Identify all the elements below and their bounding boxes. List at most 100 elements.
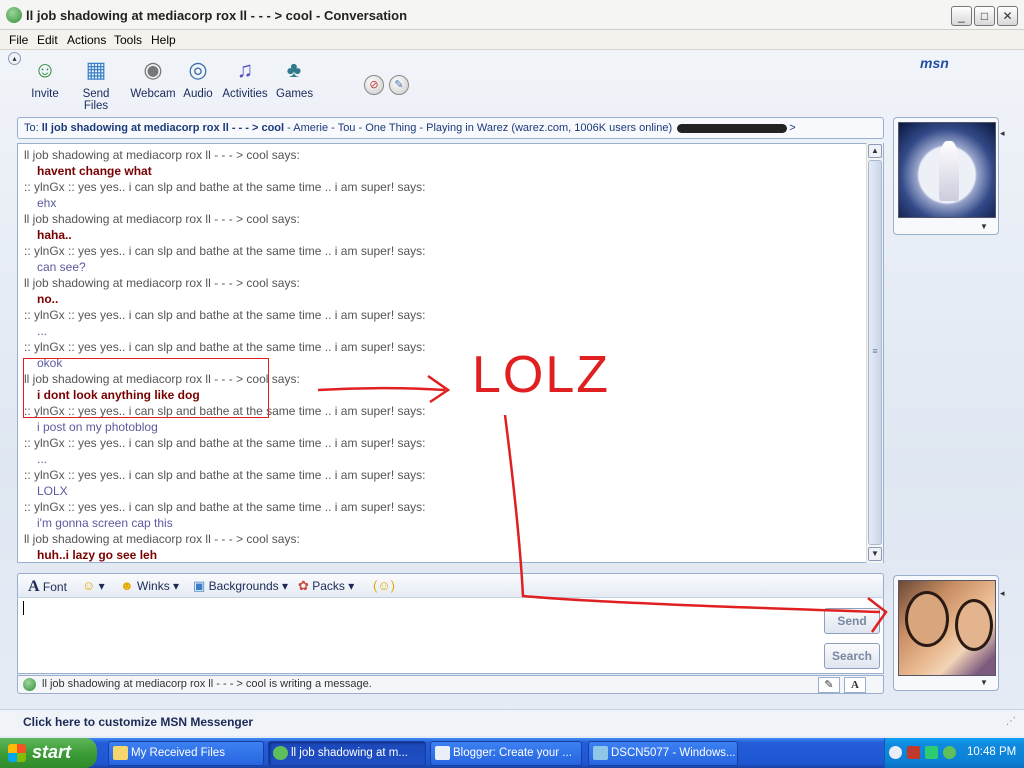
menu-edit[interactable]: Edit	[37, 33, 58, 47]
background-sharing-icon[interactable]: ✎	[389, 75, 409, 95]
system-tray: 10:48 PM	[884, 738, 1024, 768]
text-mode-icon[interactable]: A	[844, 677, 866, 693]
games-button[interactable]: ♣ Games	[276, 56, 313, 100]
message-list: ll job shadowing at mediacorp rox ll - -…	[24, 147, 864, 562]
network-icon[interactable]	[907, 746, 920, 759]
message-text: ...	[37, 452, 48, 466]
task-conversation[interactable]: ll job shadowing at m...	[268, 741, 426, 766]
send-files-icon: ▦	[85, 57, 107, 82]
message-sender: :: ylnGx :: yes yes.. i can slp and bath…	[24, 436, 426, 450]
webcam-button[interactable]: ◉ Webcam	[130, 56, 176, 100]
my-display-picture[interactable]: ▼	[893, 575, 999, 691]
chevron-down-icon[interactable]: ▼	[980, 222, 988, 231]
message-input[interactable]	[17, 597, 884, 674]
message-text: i post on my photoblog	[37, 420, 158, 434]
chevron-down-icon[interactable]: ▼	[980, 678, 988, 687]
backgrounds-button[interactable]: ▣ Backgrounds ▾	[193, 578, 288, 594]
message-text: ehx	[37, 196, 57, 210]
message-sender: ll job shadowing at mediacorp rox ll - -…	[24, 532, 300, 546]
start-button[interactable]: start	[0, 738, 97, 768]
scroll-down-icon[interactable]: ▼	[868, 547, 882, 561]
collapse-pictures-icon[interactable]: ◂	[1000, 588, 1008, 599]
contact-display-picture[interactable]: ▼	[893, 117, 999, 235]
menu-tools[interactable]: Tools	[114, 33, 142, 47]
font-icon: A	[28, 578, 40, 595]
winks-button[interactable]: ☻ Winks ▾	[120, 578, 179, 593]
activities-icon: ♫	[236, 57, 254, 82]
message-text: can see?	[37, 260, 86, 274]
webcam-icon: ◉	[143, 57, 163, 82]
nudge-icon: (☺)	[373, 578, 395, 593]
invite-button[interactable]: ☺ Invite	[28, 56, 62, 100]
message-sender: :: ylnGx :: yes yes.. i can slp and bath…	[24, 180, 426, 194]
menu-actions[interactable]: Actions	[67, 33, 106, 47]
backgrounds-icon: ▣	[193, 578, 206, 593]
customize-link[interactable]: Click here to customize MSN Messenger	[0, 709, 1024, 736]
message-text: i'm gonna screen cap this	[37, 516, 173, 530]
message-text: havent change what	[37, 164, 152, 178]
message-sender: :: ylnGx :: yes yes.. i can slp and bath…	[24, 244, 426, 258]
message-sender: ll job shadowing at mediacorp rox ll - -…	[24, 276, 300, 290]
message-sender: :: ylnGx :: yes yes.. i can slp and bath…	[24, 340, 426, 354]
emoticon-button[interactable]: ☺ ▾	[82, 578, 105, 593]
windows-logo-icon	[8, 744, 26, 762]
redacted-email	[677, 123, 788, 133]
activities-button[interactable]: ♫ Activities	[222, 56, 268, 100]
packs-button[interactable]: ✿ Packs ▾	[298, 578, 354, 594]
minimize-button[interactable]: _	[951, 6, 972, 26]
message-sender: :: ylnGx :: yes yes.. i can slp and bath…	[24, 308, 426, 322]
to-bar: To: ll job shadowing at mediacorp rox ll…	[17, 117, 884, 139]
tray-expand-icon[interactable]	[889, 746, 902, 759]
message-text: LOLX	[37, 484, 68, 498]
resize-grip-icon[interactable]: ⋰	[1006, 716, 1016, 727]
font-button[interactable]: A Font	[28, 578, 67, 596]
close-button[interactable]: ✕	[997, 6, 1018, 26]
audio-button[interactable]: ◎ Audio	[182, 56, 214, 100]
scroll-thumb[interactable]: ≡	[868, 160, 882, 545]
message-text: huh..i lazy go see leh	[37, 548, 158, 562]
conversation-history[interactable]: ll job shadowing at mediacorp rox ll - -…	[17, 143, 884, 563]
send-files-button[interactable]: ▦ Send Files	[70, 56, 122, 112]
scroll-up-icon[interactable]: ▲	[868, 144, 882, 158]
menu-bar: File Edit Actions Tools Help	[0, 30, 1024, 50]
msn-tray-icon[interactable]	[943, 746, 956, 759]
toolbar-collapse-icon[interactable]: ▴	[8, 52, 21, 65]
nudge-button[interactable]: (☺)	[373, 578, 395, 593]
message-sender: :: ylnGx :: yes yes.. i can slp and bath…	[24, 468, 426, 482]
task-blogger[interactable]: Blogger: Create your ...	[430, 741, 582, 766]
collapse-pictures-icon[interactable]: ◂	[1000, 128, 1008, 139]
audio-icon: ◎	[188, 57, 208, 82]
to-label: To:	[24, 122, 39, 134]
menu-file[interactable]: File	[9, 33, 28, 47]
packs-icon: ✿	[298, 578, 309, 593]
message-text: ...	[37, 324, 48, 338]
browser-icon	[435, 746, 450, 760]
my-picture-image	[898, 580, 996, 676]
maximize-button[interactable]: □	[974, 6, 995, 26]
menu-help[interactable]: Help	[151, 33, 176, 47]
text-caret	[23, 601, 24, 615]
send-button[interactable]: Send	[824, 608, 880, 634]
volume-icon[interactable]	[925, 746, 938, 759]
msn-logo: msn	[920, 55, 949, 71]
annotation-highlight-box	[23, 358, 269, 418]
picture-viewer-icon	[593, 746, 608, 760]
search-button[interactable]: Search	[824, 643, 880, 669]
emoticon-icon: ☺	[82, 578, 96, 593]
taskbar: start My Received Files ll job shadowing…	[0, 738, 1024, 768]
toolbar: ▴ ☺ Invite ▦ Send Files ◉ Webcam ◎ Audio…	[0, 50, 1024, 112]
handwriting-mode-icon[interactable]: ✎	[818, 677, 840, 693]
games-icon: ♣	[286, 57, 302, 82]
message-text: haha..	[37, 228, 72, 242]
history-scrollbar[interactable]: ▲ ≡ ▼	[866, 143, 883, 563]
contact-name[interactable]: ll job shadowing at mediacorp rox ll - -…	[42, 122, 284, 134]
msn-buddy-icon	[273, 746, 288, 760]
contact-picture-image	[898, 122, 996, 218]
folder-icon	[113, 746, 128, 760]
typing-status-text: ll job shadowing at mediacorp rox ll - -…	[42, 678, 372, 690]
window-title: ll job shadowing at mediacorp rox ll - -…	[26, 8, 408, 23]
task-my-received-files[interactable]: My Received Files	[108, 741, 264, 766]
invite-icon: ☺	[33, 57, 57, 82]
block-icon[interactable]: ⊘	[364, 75, 384, 95]
task-picture-viewer[interactable]: DSCN5077 - Windows...	[588, 741, 738, 766]
